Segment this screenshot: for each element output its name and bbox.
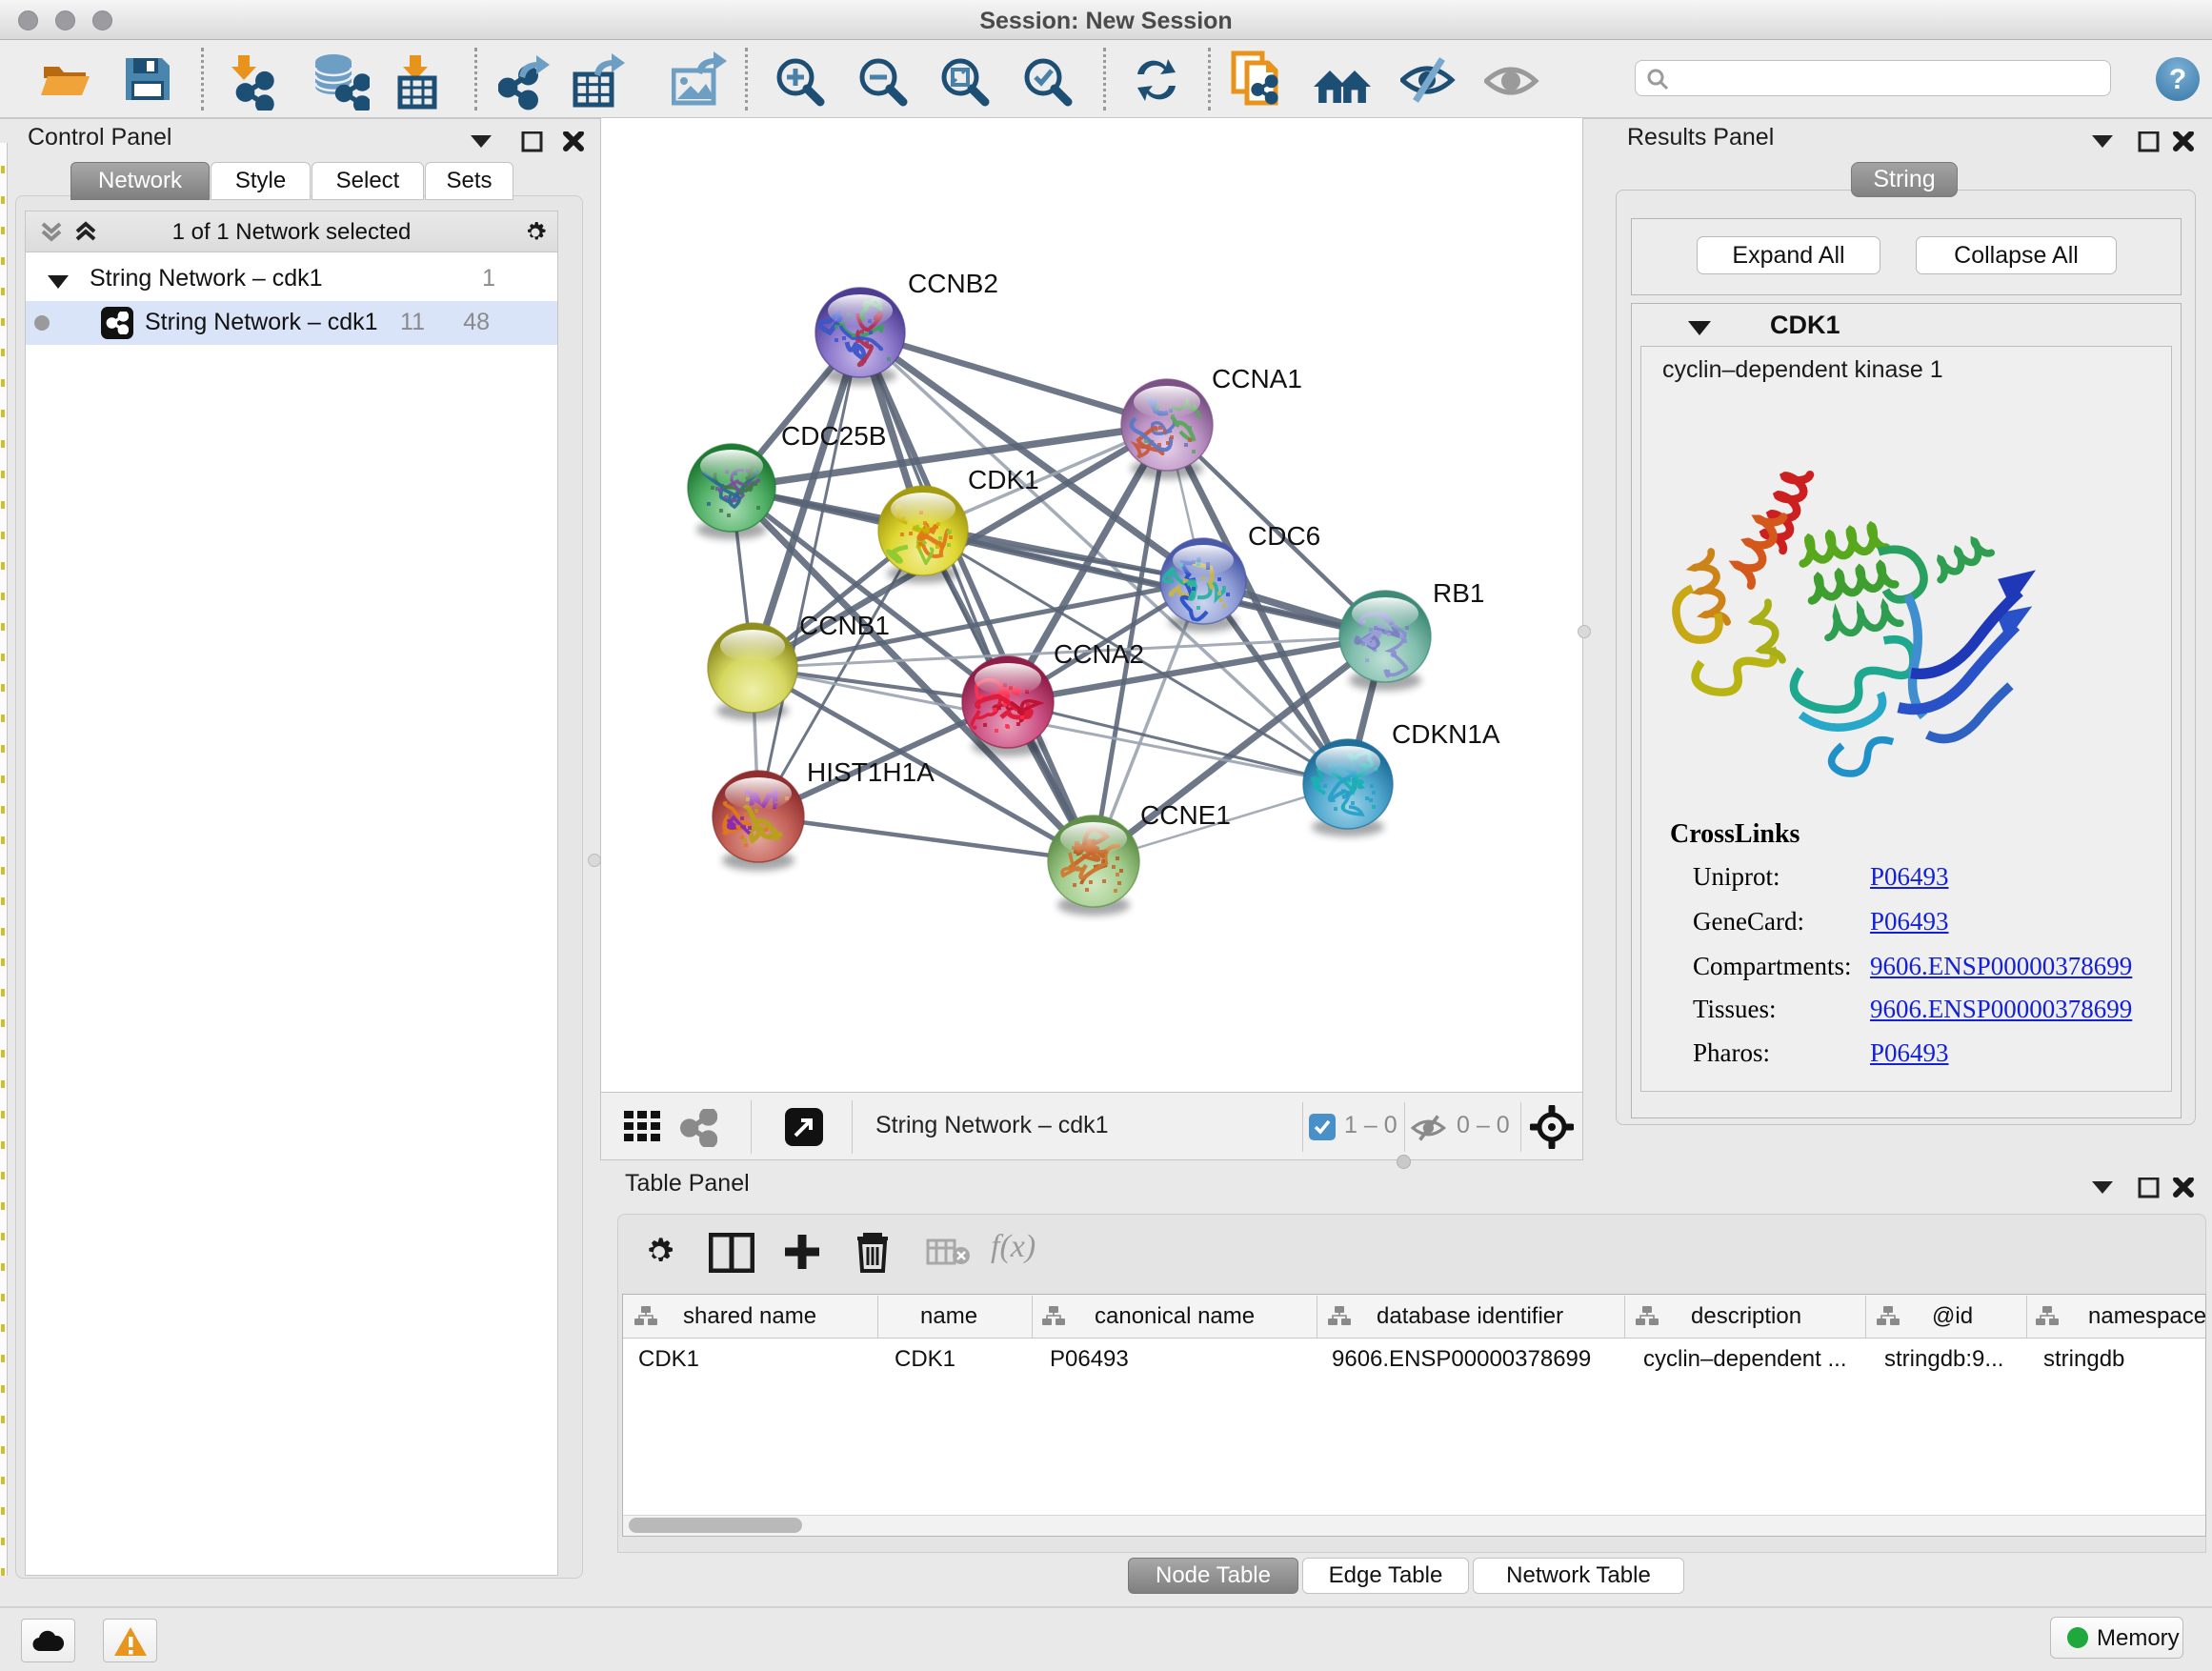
svg-text:CCNA2: CCNA2 xyxy=(1054,639,1144,669)
svg-text:?: ? xyxy=(2169,64,2186,95)
svg-text:CDKN1A: CDKN1A xyxy=(1392,719,1500,749)
svg-text:CCNE1: CCNE1 xyxy=(1140,800,1231,830)
svg-text:RB1: RB1 xyxy=(1433,578,1484,608)
svg-text:CCNA1: CCNA1 xyxy=(1212,364,1302,393)
svg-text:CCNB2: CCNB2 xyxy=(908,269,998,298)
svg-text:CDC25B: CDC25B xyxy=(781,421,886,451)
svg-text:HIST1H1A: HIST1H1A xyxy=(807,757,935,787)
svg-text:CDK1: CDK1 xyxy=(968,465,1039,494)
svg-text:CCNB1: CCNB1 xyxy=(799,611,890,640)
svg-text:CDC6: CDC6 xyxy=(1248,521,1320,551)
